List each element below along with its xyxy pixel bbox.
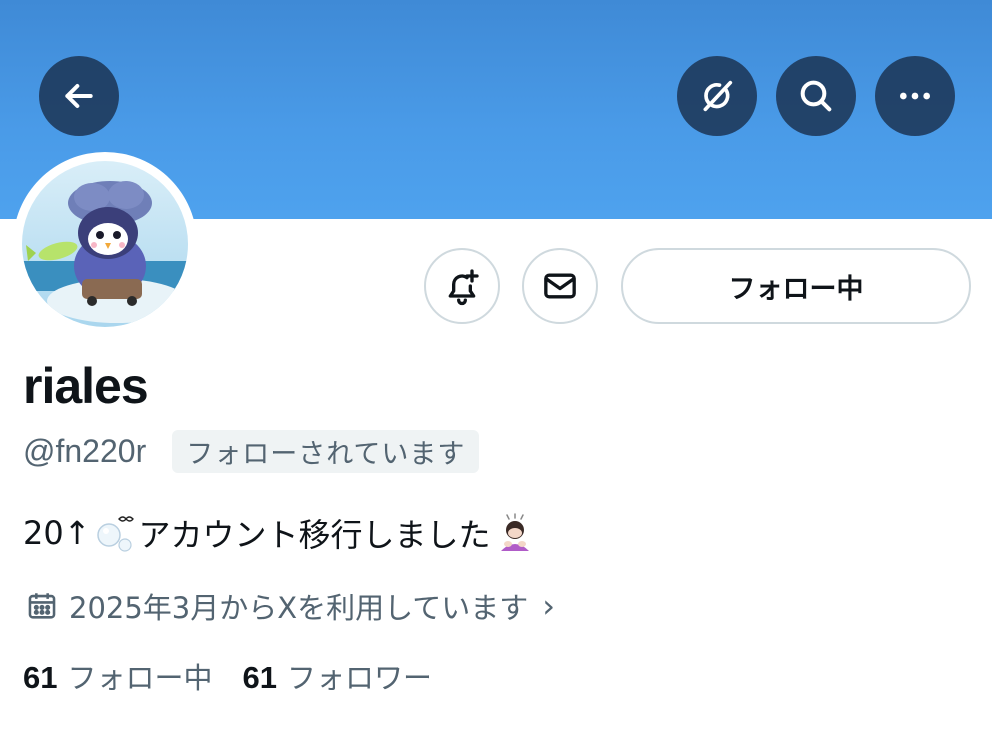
message-button[interactable] [522,248,598,324]
joined-date-row[interactable]: 2025年3月からXを利用しています › [25,585,555,627]
user-handle: @fn220r [23,433,147,469]
grok-slash-icon [703,80,733,112]
followers-count-link[interactable]: 61 フォロワー [243,655,433,697]
following-button[interactable]: フォロー中 [621,248,971,324]
handle-row: @fn220r フォローされています [23,430,480,473]
penguin-avatar-image [22,161,188,327]
display-name: riales [23,358,149,414]
follow-counts: 61 フォロー中 61 フォロワー [23,655,462,697]
bio-text: アカウント移行しました [138,516,491,554]
followers-count-label: フォロワー [286,661,432,695]
envelope-icon [544,273,576,299]
following-button-label: フォロー中 [728,273,864,305]
chevron-right-icon: › [542,587,556,625]
bubbles-ribbon-icon [95,513,135,553]
following-count: 61 [23,660,58,695]
bio-prefix: 20↑ [23,514,91,552]
back-button[interactable] [39,56,119,136]
avatar-frame [13,152,197,336]
follows-you-badge: フォローされています [172,430,480,473]
bio: 20↑ アカウント移行しました [23,510,539,556]
avatar[interactable] [22,161,188,327]
joined-date-text: 2025年3月からXを利用しています [69,591,529,625]
bell-plus-icon [448,269,479,306]
more-horizontal-icon [900,92,930,100]
more-button[interactable] [875,56,955,136]
following-count-label: フォロー中 [67,661,213,695]
search-button[interactable] [776,56,856,136]
arrow-left-icon [65,84,93,108]
search-icon [800,80,832,112]
notification-button[interactable] [424,248,500,324]
following-count-link[interactable]: 61 フォロー中 [23,655,213,697]
calendar-icon [28,593,56,619]
followers-count: 61 [242,660,277,695]
person-bowing-icon [495,513,535,553]
grok-button[interactable] [677,56,757,136]
